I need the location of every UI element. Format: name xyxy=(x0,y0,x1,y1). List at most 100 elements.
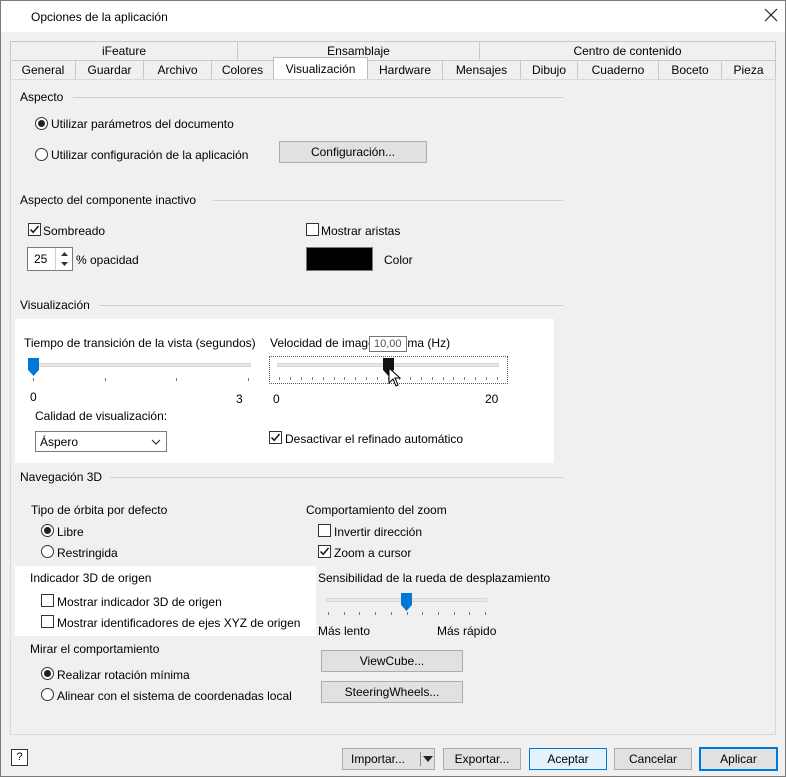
tab-hardware[interactable]: Hardware xyxy=(367,60,443,79)
close-button[interactable] xyxy=(763,7,779,23)
fps-tick xyxy=(497,377,498,380)
fps-tick xyxy=(420,377,422,380)
cancelar-button[interactable]: Cancelar xyxy=(614,748,692,770)
tab-cuaderno[interactable]: Cuaderno xyxy=(577,60,659,79)
importar-label: Importar... xyxy=(351,752,406,766)
help-button[interactable]: ? xyxy=(11,749,28,766)
tab-pieza[interactable]: Pieza xyxy=(721,60,776,79)
zoom-cursor-checkbox[interactable] xyxy=(318,545,331,558)
fps-label: Velocidad de imagen mínima (Hz) xyxy=(270,336,451,350)
wheel-tick xyxy=(469,612,471,615)
mostrar-aristas-checkbox[interactable] xyxy=(306,223,319,236)
tab-colores[interactable]: Colores xyxy=(211,60,274,79)
tab-label: Pieza xyxy=(733,63,764,77)
radio-app-config-label: Utilizar configuración de la aplicación xyxy=(51,148,249,162)
orbit-heading: Tipo de órbita por defecto xyxy=(31,503,168,517)
refinado-checkbox[interactable] xyxy=(269,431,282,444)
aplicar-button[interactable]: Aplicar xyxy=(699,747,778,771)
radio-orbit-restringida[interactable] xyxy=(41,545,54,558)
origin-xyz-label: Mostrar identificadores de ejes XYZ de o… xyxy=(57,616,301,630)
checkmark-icon xyxy=(270,433,281,442)
transition-min: 0 xyxy=(30,390,37,404)
tab-ifeature[interactable]: iFeature xyxy=(10,41,238,60)
wheel-tick xyxy=(485,612,486,615)
tab-mensajes[interactable]: Mensajes xyxy=(442,60,521,79)
origin-xyz-checkbox[interactable] xyxy=(41,615,54,628)
radio-orbit-libre[interactable] xyxy=(41,524,54,537)
dropdown-arrow-icon[interactable] xyxy=(423,756,433,762)
tab-label: Archivo xyxy=(157,63,198,77)
tab-boceto[interactable]: Boceto xyxy=(658,60,722,79)
origin-show-checkbox[interactable] xyxy=(41,594,54,607)
tick xyxy=(248,378,249,381)
exportar-button[interactable]: Exportar... xyxy=(443,748,521,770)
aceptar-button[interactable]: Aceptar xyxy=(529,748,607,770)
orbit-libre-label: Libre xyxy=(57,525,84,539)
fps-min: 0 xyxy=(273,392,280,406)
fps-tick xyxy=(344,377,346,380)
refinado-label: Desactivar el refinado automático xyxy=(285,432,464,446)
fps-tick xyxy=(464,377,466,380)
tick xyxy=(105,378,106,381)
sombreado-label: Sombreado xyxy=(43,224,106,238)
transition-slider[interactable] xyxy=(33,363,251,367)
mirar-minima-label: Realizar rotación mínima xyxy=(57,668,190,682)
tab-guardar[interactable]: Guardar xyxy=(75,60,144,79)
wheel-tick xyxy=(328,612,329,615)
fps-tick xyxy=(289,377,291,380)
tab-label: Cuaderno xyxy=(591,63,645,77)
tab-general[interactable]: General xyxy=(10,60,76,79)
viewcube-button[interactable]: ViewCube... xyxy=(321,650,463,672)
wheel-tick xyxy=(343,612,345,615)
orbit-restringida-label: Restringida xyxy=(57,546,118,560)
radio-app-config[interactable] xyxy=(35,148,48,161)
opacity-spin-buttons[interactable] xyxy=(55,248,72,270)
sombreado-checkbox[interactable] xyxy=(28,223,41,236)
transition-max: 3 xyxy=(236,392,243,406)
radio-document-params[interactable] xyxy=(35,117,48,130)
radio-mirar-minima[interactable] xyxy=(41,667,54,680)
inactive-color-swatch[interactable] xyxy=(306,247,373,271)
inactivo-heading: Aspecto del componente inactivo xyxy=(20,193,197,207)
fps-tick xyxy=(333,377,335,380)
wheel-tick xyxy=(359,612,361,615)
fps-tick xyxy=(300,377,302,380)
wheel-tick xyxy=(390,612,392,615)
calidad-select[interactable]: Áspero xyxy=(35,431,167,452)
divider xyxy=(73,97,563,98)
checkmark-icon xyxy=(319,547,330,556)
radio-mirar-alinear[interactable] xyxy=(41,688,54,701)
divider xyxy=(99,305,563,306)
fps-tick xyxy=(453,377,455,380)
fps-max: 20 xyxy=(485,392,499,406)
zoom-invertir-label: Invertir dirección xyxy=(334,525,423,539)
steeringwheels-button[interactable]: SteeringWheels... xyxy=(321,681,463,703)
tab-label: iFeature xyxy=(101,44,147,58)
tab-label: General xyxy=(21,63,65,77)
zoom-heading: Comportamiento del zoom xyxy=(306,503,447,517)
configuracion-button[interactable]: Configuración... xyxy=(279,141,427,163)
zoom-invertir-checkbox[interactable] xyxy=(318,524,331,537)
fps-tick xyxy=(311,377,313,380)
fps-tick xyxy=(442,377,444,380)
title-bar: Opciones de la aplicación xyxy=(1,1,785,32)
split-divider xyxy=(420,752,421,766)
mostrar-aristas-label: Mostrar aristas xyxy=(321,224,401,238)
opacity-spinner[interactable]: 25 xyxy=(27,247,73,271)
tab-label: Dibujo xyxy=(531,63,567,77)
tick xyxy=(176,378,177,381)
tab-archivo[interactable]: Archivo xyxy=(143,60,212,79)
window-title: Opciones de la aplicación xyxy=(31,10,168,24)
tab-visualizacion[interactable]: Visualización xyxy=(273,57,368,79)
spin-arrows-icon xyxy=(61,252,68,266)
fps-tick xyxy=(355,377,357,380)
tick xyxy=(33,378,34,381)
wheel-fast-label: Más rápido xyxy=(437,624,497,638)
tab-centro-contenido[interactable]: Centro de contenido xyxy=(479,41,776,60)
tab-dibujo[interactable]: Dibujo xyxy=(520,60,578,79)
visualizacion-heading: Visualización xyxy=(20,298,90,312)
cursor-arrow-icon xyxy=(388,367,402,387)
wheel-slow-label: Más lento xyxy=(318,624,371,638)
importar-split-button[interactable]: Importar... xyxy=(342,748,435,770)
wheel-tick xyxy=(375,612,377,615)
